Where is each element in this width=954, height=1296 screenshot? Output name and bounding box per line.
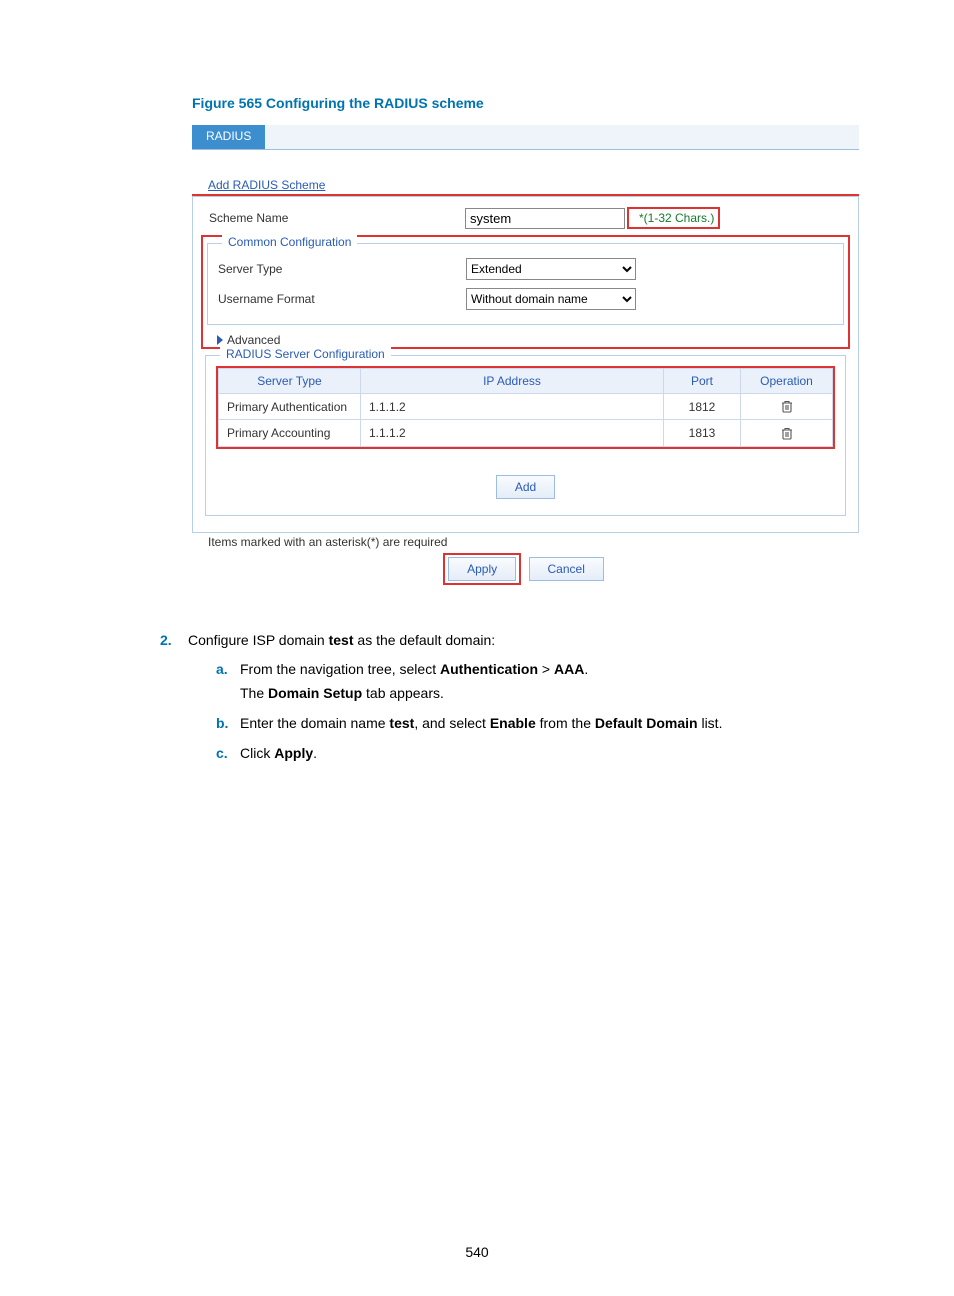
substep-body: Enter the domain name test, and select E… [240, 712, 859, 736]
legend-radius-servers: RADIUS Server Configuration [220, 347, 391, 361]
step-number: 2. [160, 629, 188, 772]
cell-op [741, 394, 833, 420]
text-bold: Default Domain [595, 715, 698, 731]
required-note: Items marked with an asterisk(*) are req… [208, 535, 859, 549]
label-username-format: Username Format [218, 292, 466, 306]
server-table-highlight: Server Type IP Address Port Operation Pr… [216, 366, 835, 449]
link-add-radius-scheme[interactable]: Add RADIUS Scheme [208, 178, 859, 192]
text: list. [698, 715, 723, 731]
substep-letter: b. [216, 712, 240, 736]
apply-highlight: Apply [443, 553, 521, 585]
substep-letter: a. [216, 658, 240, 706]
cell-server-type: Primary Authentication [219, 394, 361, 420]
apply-button[interactable]: Apply [448, 557, 516, 581]
text: The [240, 685, 268, 701]
text: tab appears. [362, 685, 444, 701]
text-bold: test [389, 715, 414, 731]
highlight-hint: *(1-32 Chars.) [627, 207, 720, 229]
trash-icon[interactable] [780, 399, 794, 414]
select-server-type[interactable]: Extended [466, 258, 636, 280]
text-bold: test [329, 632, 354, 648]
text: . [584, 661, 588, 677]
cell-op [741, 420, 833, 446]
tab-bar: RADIUS [192, 125, 859, 150]
radius-app: RADIUS Add RADIUS Scheme Scheme Name *(1… [192, 125, 859, 591]
legend-common-config: Common Configuration [222, 235, 357, 249]
substep-body: From the navigation tree, select Authent… [240, 658, 859, 706]
page-number: 540 [0, 1244, 954, 1260]
th-operation: Operation [741, 369, 833, 394]
cell-port: 1812 [664, 394, 741, 420]
trash-icon[interactable] [780, 425, 794, 440]
chevron-right-icon [217, 335, 223, 345]
text: > [538, 661, 554, 677]
th-ip: IP Address [361, 369, 664, 394]
text: From the navigation tree, select [240, 661, 440, 677]
table-row: Primary Authentication 1.1.1.2 1812 [219, 394, 833, 420]
select-username-format[interactable]: Without domain name [466, 288, 636, 310]
text: Enter the domain name [240, 715, 389, 731]
advanced-toggle[interactable]: Advanced [203, 327, 848, 347]
substep-body: Click Apply. [240, 742, 859, 766]
text-bold: Enable [490, 715, 536, 731]
tab-radius[interactable]: RADIUS [192, 125, 265, 149]
advanced-label: Advanced [227, 333, 280, 347]
fieldset-radius-servers: RADIUS Server Configuration Server Type … [205, 355, 846, 516]
text: , and select [414, 715, 490, 731]
form-panel: Scheme Name *(1-32 Chars.) Common Config… [192, 196, 859, 533]
cell-server-type: Primary Accounting [219, 420, 361, 446]
scheme-name-hint: *(1-32 Chars.) [639, 211, 714, 225]
cell-ip: 1.1.1.2 [361, 420, 664, 446]
cell-ip: 1.1.1.2 [361, 394, 664, 420]
substep-letter: c. [216, 742, 240, 766]
cancel-button[interactable]: Cancel [529, 557, 604, 581]
text: Configure ISP domain [188, 632, 329, 648]
text: . [313, 745, 317, 761]
text-bold: Domain Setup [268, 685, 362, 701]
th-port: Port [664, 369, 741, 394]
server-table: Server Type IP Address Port Operation Pr… [218, 368, 833, 447]
add-button[interactable]: Add [496, 475, 555, 499]
table-row: Primary Accounting 1.1.1.2 1813 [219, 420, 833, 446]
figure-title: Figure 565 Configuring the RADIUS scheme [192, 95, 859, 111]
label-server-type: Server Type [218, 262, 466, 276]
text-bold: Apply [274, 745, 313, 761]
step-text: Configure ISP domain test as the default… [188, 629, 859, 772]
doc-body: 2. Configure ISP domain test as the defa… [160, 629, 859, 772]
text: Click [240, 745, 274, 761]
text-bold: AAA [554, 661, 584, 677]
text: from the [536, 715, 595, 731]
input-scheme-name[interactable] [465, 208, 625, 229]
cell-port: 1813 [664, 420, 741, 446]
label-scheme-name: Scheme Name [209, 211, 465, 225]
text: as the default domain: [354, 632, 496, 648]
text-bold: Authentication [440, 661, 538, 677]
th-server-type: Server Type [219, 369, 361, 394]
